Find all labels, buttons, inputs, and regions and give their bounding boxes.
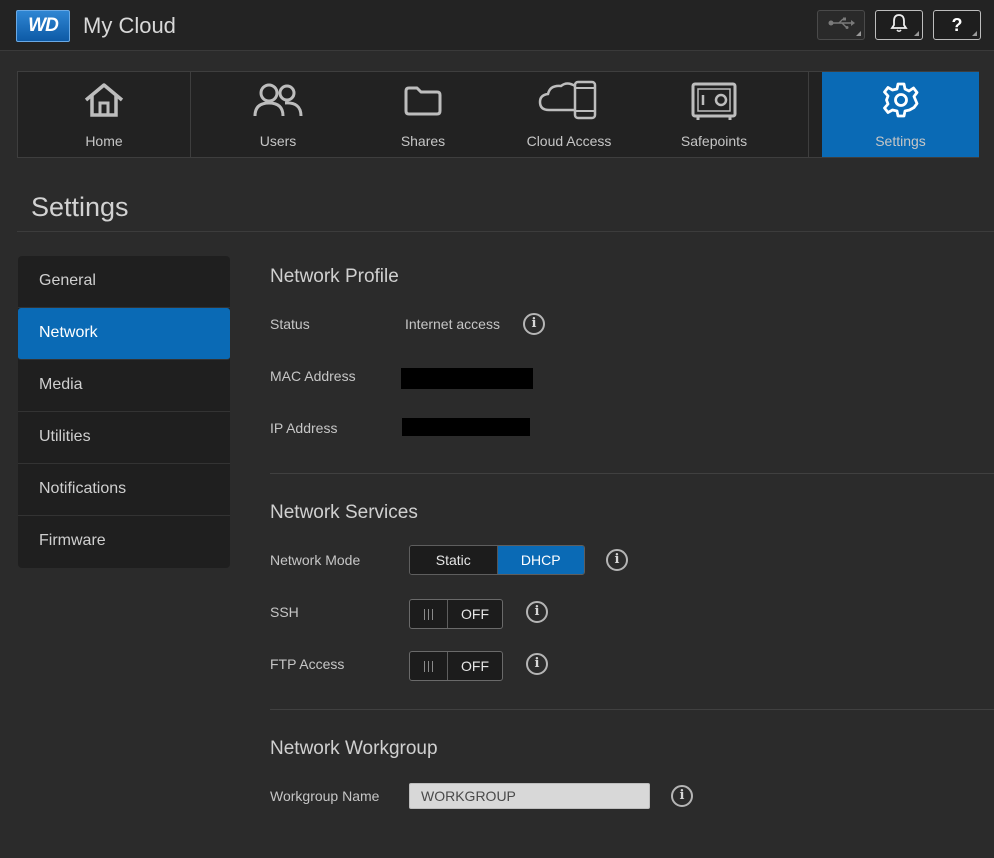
section-title-network-profile: Network Profile xyxy=(270,266,399,287)
sidebar-item-network[interactable]: Network xyxy=(18,308,230,360)
notifications-button[interactable] xyxy=(875,10,923,40)
nav-cloud-access[interactable]: Cloud Access xyxy=(496,72,642,157)
sidebar-item-notifications[interactable]: Notifications xyxy=(18,464,230,516)
nav-settings[interactable]: Settings xyxy=(822,72,979,157)
ssh-toggle[interactable]: OFF xyxy=(409,599,503,629)
usb-icon xyxy=(827,16,855,35)
toggle-grip-icon xyxy=(410,600,448,628)
cloud-device-icon xyxy=(537,80,601,128)
wd-logo: WD xyxy=(16,10,70,42)
folder-icon xyxy=(401,80,445,124)
network-mode-label: Network Mode xyxy=(270,552,361,568)
network-mode-selector: Static DHCP xyxy=(409,545,585,575)
network-mode-dhcp-button[interactable]: DHCP xyxy=(496,546,584,574)
ftp-access-toggle[interactable]: OFF xyxy=(409,651,503,681)
ftp-toggle-state: OFF xyxy=(461,658,489,674)
mac-address-label: MAC Address xyxy=(270,368,356,384)
nav-home[interactable]: Home xyxy=(18,72,190,157)
workgroup-name-input[interactable] xyxy=(409,783,650,809)
status-info-icon[interactable]: i xyxy=(523,313,545,335)
top-header: WD My Cloud ? xyxy=(0,0,994,51)
sidebar-item-media[interactable]: Media xyxy=(18,360,230,412)
settings-sidebar: General Network Media Utilities Notifica… xyxy=(18,256,230,568)
status-label: Status xyxy=(270,316,310,332)
nav-label: Safepoints xyxy=(680,133,748,149)
page-title: Settings xyxy=(31,192,129,222)
mac-address-value-redacted xyxy=(401,368,533,389)
main-nav: Home Users Shares Cloud Access Safepoint… xyxy=(17,71,979,158)
ftp-access-info-icon[interactable]: i xyxy=(526,653,548,675)
network-mode-static-button[interactable]: Static xyxy=(410,546,497,574)
usb-button[interactable] xyxy=(817,10,865,40)
ftp-access-label: FTP Access xyxy=(270,656,345,672)
help-button[interactable]: ? xyxy=(933,10,981,40)
ip-address-label: IP Address xyxy=(270,420,338,436)
title-divider xyxy=(17,231,994,232)
home-icon xyxy=(82,80,126,124)
ssh-label: SSH xyxy=(270,604,299,620)
section-divider xyxy=(270,473,994,474)
dropdown-corner-icon xyxy=(914,31,919,36)
nav-divider xyxy=(808,72,809,157)
section-title-network-workgroup: Network Workgroup xyxy=(270,738,438,759)
section-title-network-services: Network Services xyxy=(270,502,418,523)
users-icon xyxy=(251,80,305,124)
help-icon: ? xyxy=(951,14,963,35)
nav-label: Settings xyxy=(875,133,926,149)
section-divider xyxy=(270,709,994,710)
workgroup-info-icon[interactable]: i xyxy=(671,785,693,807)
nav-users[interactable]: Users xyxy=(191,72,365,157)
toggle-grip-icon xyxy=(410,652,448,680)
nav-label: Shares xyxy=(400,133,446,149)
safe-icon xyxy=(689,80,739,126)
status-value: Internet access xyxy=(405,316,500,332)
nav-safepoints[interactable]: Safepoints xyxy=(644,72,784,157)
nav-shares[interactable]: Shares xyxy=(352,72,494,157)
sidebar-item-firmware[interactable]: Firmware xyxy=(18,516,230,568)
ssh-info-icon[interactable]: i xyxy=(526,601,548,623)
dropdown-corner-icon xyxy=(856,31,861,36)
network-mode-info-icon[interactable]: i xyxy=(606,549,628,571)
bell-icon xyxy=(890,13,908,38)
ip-address-value-redacted xyxy=(402,418,530,436)
ssh-toggle-state: OFF xyxy=(461,606,489,622)
gear-icon xyxy=(881,80,921,124)
nav-label: Home xyxy=(85,133,123,149)
sidebar-item-general[interactable]: General xyxy=(18,256,230,308)
nav-label: Users xyxy=(259,133,297,149)
nav-label: Cloud Access xyxy=(526,133,612,149)
dropdown-corner-icon xyxy=(972,31,977,36)
app-title: My Cloud xyxy=(83,13,176,38)
workgroup-name-label: Workgroup Name xyxy=(270,788,380,804)
sidebar-item-utilities[interactable]: Utilities xyxy=(18,412,230,464)
